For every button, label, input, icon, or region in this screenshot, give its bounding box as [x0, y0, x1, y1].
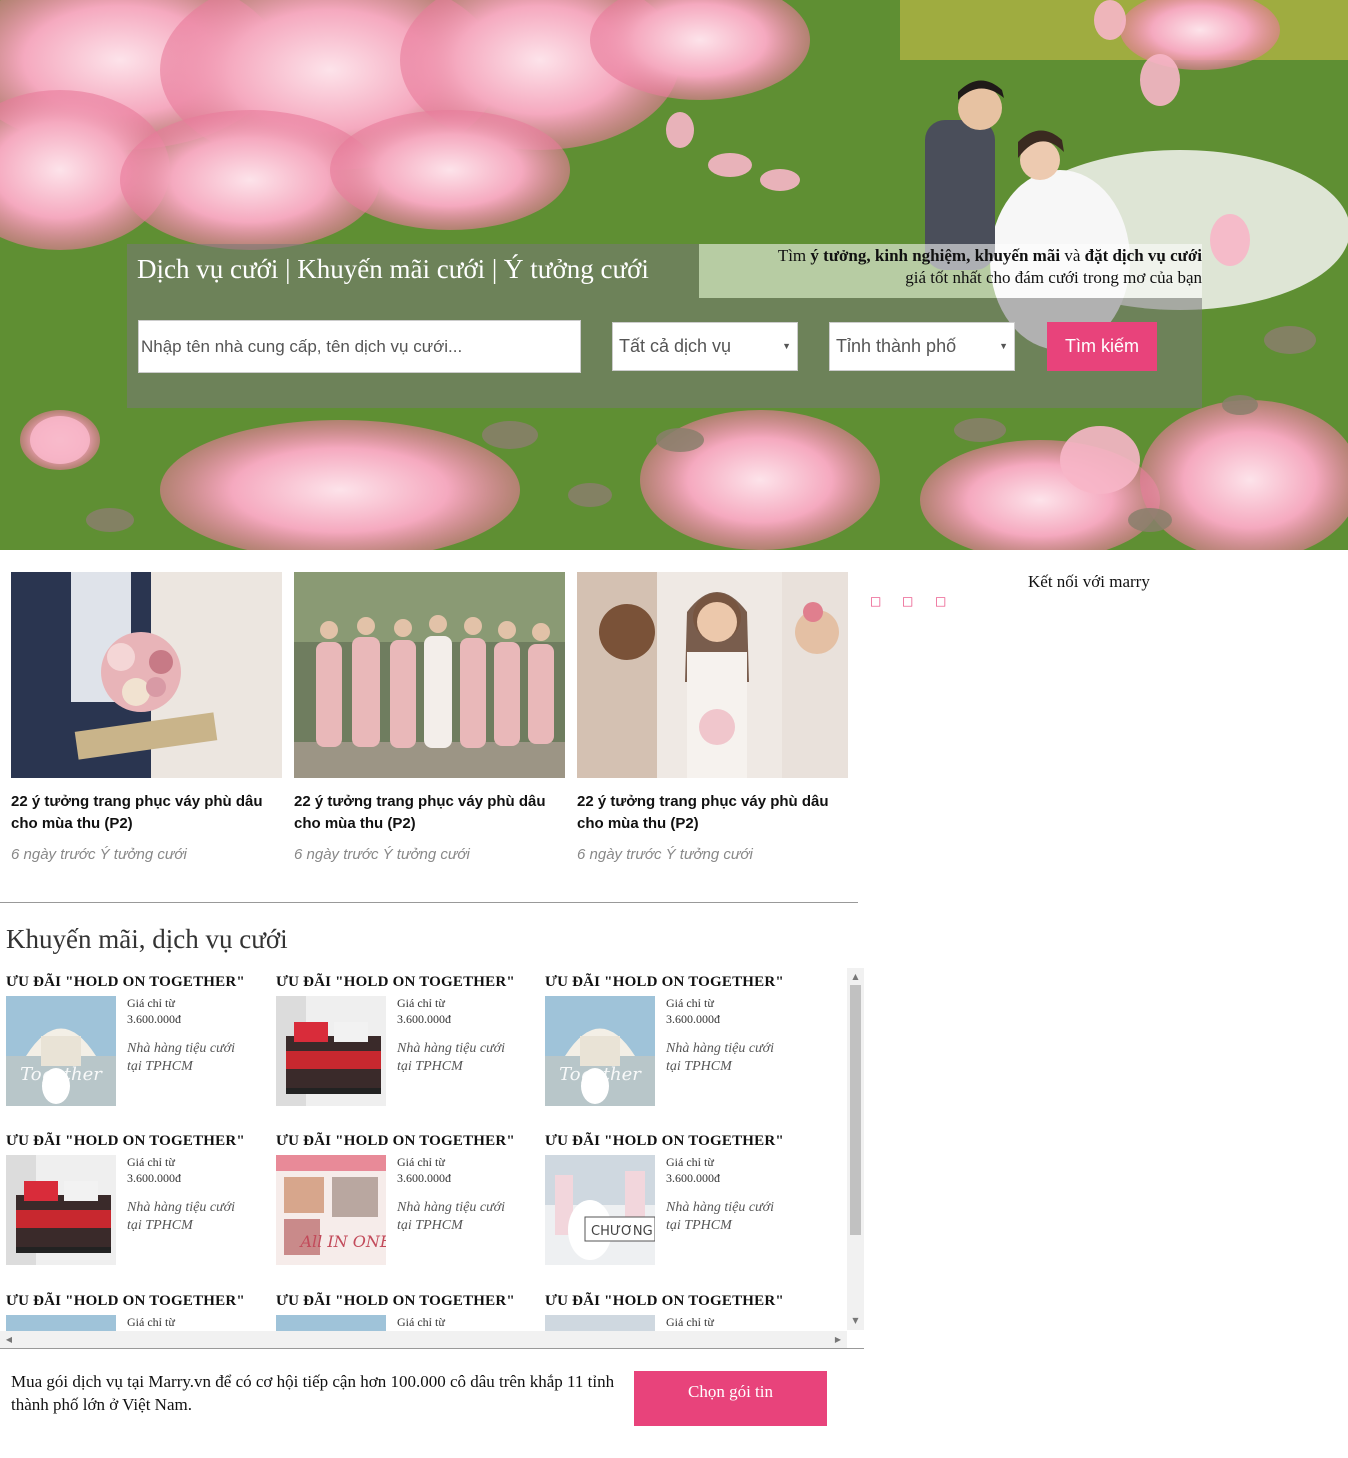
promotions-title: Khuyến mãi, dịch vụ cưới	[6, 924, 288, 954]
promo-image[interactable]: Together	[6, 996, 116, 1106]
service-select[interactable]: Tất cả dịch vụ ▼	[612, 322, 798, 371]
hero-banner: Dịch vụ cưới | Khuyến mãi cưới | Ý tưởng…	[0, 0, 1348, 550]
city-select[interactable]: Tỉnh thành phố ▼	[829, 322, 1015, 371]
search-button[interactable]: Tìm kiếm	[1047, 322, 1157, 371]
promo-price-label: Giá chỉ từ	[397, 996, 445, 1010]
promotions-list[interactable]: ƯU ĐÃI "HOLD ON TOGETHER" Together Giá chỉ…	[0, 968, 864, 1348]
choose-package-button[interactable]: Chọn gói tin	[634, 1371, 827, 1426]
promo-item[interactable]: ƯU ĐÃI "HOLD ON TOGETHER" Together Giá chỉ…	[545, 974, 805, 1114]
promo-item[interactable]: ƯU ĐÃI "HOLD ON TOGETHER" Giá chỉ từ 3.600…	[276, 974, 536, 1114]
article-title[interactable]: 22 ý tưởng trang phục váy phù dâu cho mù…	[294, 791, 565, 835]
promo-image[interactable]	[276, 996, 386, 1106]
promo-item[interactable]: ƯU ĐÃI "HOLD ON TOGETHER" Giá chỉ từ 3.600…	[6, 1133, 266, 1273]
promo-price-label: Giá chỉ từ	[666, 1155, 714, 1169]
promo-price: 3.600.000đ	[666, 1012, 720, 1026]
promo-title[interactable]: ƯU ĐÃI "HOLD ON TOGETHER"	[545, 1133, 805, 1150]
section-divider	[0, 1348, 864, 1349]
promo-title[interactable]: ƯU ĐÃI "HOLD ON TOGETHER"	[6, 974, 266, 991]
promo-item[interactable]: ƯU ĐÃI "HOLD ON TOGETHER" Together Giá chỉ…	[6, 974, 266, 1114]
article-thumbnail[interactable]	[577, 572, 848, 778]
article-card[interactable]: 22 ý tưởng trang phục váy phù dâu cho mù…	[577, 572, 848, 863]
promo-image[interactable]: CHƯƠNG	[545, 1155, 655, 1265]
promo-title[interactable]: ƯU ĐÃI "HOLD ON TOGETHER"	[6, 1133, 266, 1150]
promo-price: 3.600.000đ	[397, 1171, 451, 1185]
promo-price: 3.600.000đ	[397, 1012, 451, 1026]
chevron-down-icon: ▼	[999, 341, 1008, 351]
promo-item[interactable]: ƯU ĐÃI "HOLD ON TOGETHER" All IN ONE Giá c…	[276, 1133, 536, 1273]
svg-text:CHƯƠNG: CHƯƠNG	[591, 1224, 653, 1239]
cta-text: Mua gói dịch vụ tại Marry.vn để có cơ hộ…	[11, 1372, 615, 1414]
article-meta: 6 ngày trước Ý tưởng cưới	[577, 846, 753, 863]
article-thumbnail[interactable]	[294, 572, 565, 778]
promo-title[interactable]: ƯU ĐÃI "HOLD ON TOGETHER"	[545, 1293, 805, 1310]
svg-text:Together: Together	[559, 1064, 642, 1085]
promo-description: Nhà hàng tiệu cưới tại TPHCM	[397, 1200, 506, 1233]
hero-tagline: Tìm ý tưởng, kinh nghiệm, khuyến mãi và …	[777, 246, 1202, 287]
promo-price-label: Giá chỉ từ	[127, 996, 175, 1010]
section-divider	[0, 902, 858, 903]
promo-description: Nhà hàng tiệu cưới tại TPHCM	[127, 1200, 236, 1233]
promo-image[interactable]: Together	[545, 996, 655, 1106]
article-title[interactable]: 22 ý tưởng trang phục váy phù dâu cho mù…	[577, 791, 848, 835]
promo-description: Nhà hàng tiệu cưới tại TPHCM	[127, 1041, 236, 1074]
svg-text:Together: Together	[20, 1064, 103, 1085]
promo-price: 3.600.000đ	[127, 1171, 181, 1185]
promo-description: Nhà hàng tiệu cưới tại TPHCM	[397, 1041, 506, 1074]
promo-price: 3.600.000đ	[127, 1012, 181, 1026]
article-title[interactable]: 22 ý tưởng trang phục váy phù dâu cho mù…	[11, 791, 282, 835]
promo-price-label: Giá chỉ từ	[397, 1155, 445, 1169]
promo-title[interactable]: ƯU ĐÃI "HOLD ON TOGETHER"	[545, 974, 805, 991]
city-select-value: Tỉnh thành phố	[836, 336, 957, 356]
hero-search-panel: Dịch vụ cưới | Khuyến mãi cưới | Ý tưởng…	[127, 244, 1202, 408]
scroll-left-icon[interactable]: ◀	[2, 1331, 16, 1348]
search-placeholder: Nhập tên nhà cung cấp, tên dịch vụ cưới.…	[141, 336, 463, 356]
scroll-down-icon[interactable]: ▼	[847, 1314, 864, 1328]
promo-price-label: Giá chỉ từ	[127, 1155, 175, 1169]
article-card[interactable]: 22 ý tưởng trang phục váy phù dâu cho mù…	[294, 572, 565, 863]
article-thumbnail[interactable]	[11, 572, 282, 778]
promo-price-label: Giá chỉ từ	[666, 996, 714, 1010]
article-meta: 6 ngày trước Ý tưởng cưới	[11, 846, 187, 863]
facebook-icon[interactable]: □	[870, 594, 882, 608]
scroll-up-icon[interactable]: ▲	[847, 970, 864, 984]
promo-image[interactable]	[6, 1155, 116, 1265]
hero-title: Dịch vụ cưới | Khuyến mãi cưới | Ý tưởng…	[137, 254, 649, 284]
vertical-scrollbar[interactable]: ▲ ▼	[847, 968, 864, 1330]
article-card[interactable]: 22 ý tưởng trang phục váy phù dâu cho mù…	[11, 572, 282, 863]
article-meta: 6 ngày trước Ý tưởng cưới	[294, 846, 470, 863]
promo-description: Nhà hàng tiệu cưới tại TPHCM	[666, 1200, 775, 1233]
chevron-down-icon: ▼	[782, 341, 791, 351]
search-input[interactable]: Nhập tên nhà cung cấp, tên dịch vụ cưới.…	[138, 320, 581, 373]
service-select-value: Tất cả dịch vụ	[619, 336, 732, 356]
promo-price-label: Giá chỉ từ	[127, 1315, 175, 1329]
scroll-right-icon[interactable]: ▶	[831, 1331, 845, 1348]
promo-title[interactable]: ƯU ĐÃI "HOLD ON TOGETHER"	[276, 974, 536, 991]
google-icon[interactable]: □	[935, 594, 947, 608]
sidebar-title: Kết nối với marry	[1028, 572, 1150, 591]
horizontal-scrollbar[interactable]: ◀ ▶	[0, 1331, 847, 1348]
promo-item[interactable]: ƯU ĐÃI "HOLD ON TOGETHER" CHƯƠNG Giá chỉ t…	[545, 1133, 805, 1273]
promo-price-label: Giá chỉ từ	[666, 1315, 714, 1329]
promo-title[interactable]: ƯU ĐÃI "HOLD ON TOGETHER"	[6, 1293, 266, 1310]
twitter-icon[interactable]: □	[902, 594, 914, 608]
promo-image[interactable]: All IN ONE	[276, 1155, 386, 1265]
promo-description: Nhà hàng tiệu cưới tại TPHCM	[666, 1041, 775, 1074]
promo-price: 3.600.000đ	[666, 1171, 720, 1185]
scrollbar-thumb[interactable]	[850, 985, 861, 1235]
svg-text:All IN ONE: All IN ONE	[298, 1232, 386, 1251]
promo-title[interactable]: ƯU ĐÃI "HOLD ON TOGETHER"	[276, 1293, 536, 1310]
promo-price-label: Giá chỉ từ	[397, 1315, 445, 1329]
promo-title[interactable]: ƯU ĐÃI "HOLD ON TOGETHER"	[276, 1133, 536, 1150]
